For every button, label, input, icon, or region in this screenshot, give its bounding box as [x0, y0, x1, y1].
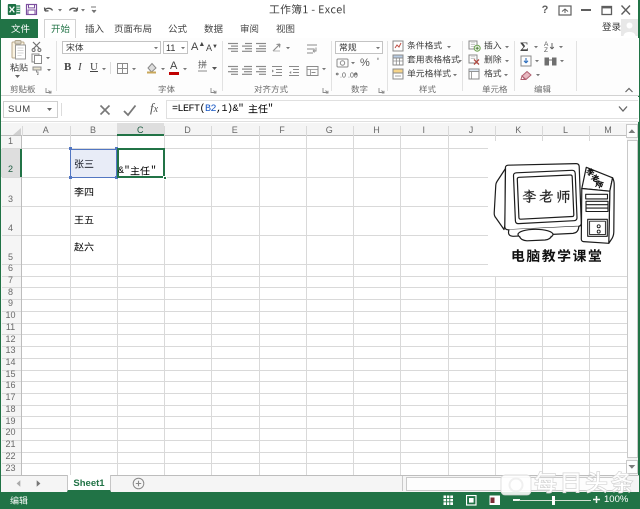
svg-text:.0: .0 [340, 73, 346, 80]
svg-text:.00: .00 [348, 73, 358, 80]
svg-text:Z: Z [544, 47, 548, 52]
